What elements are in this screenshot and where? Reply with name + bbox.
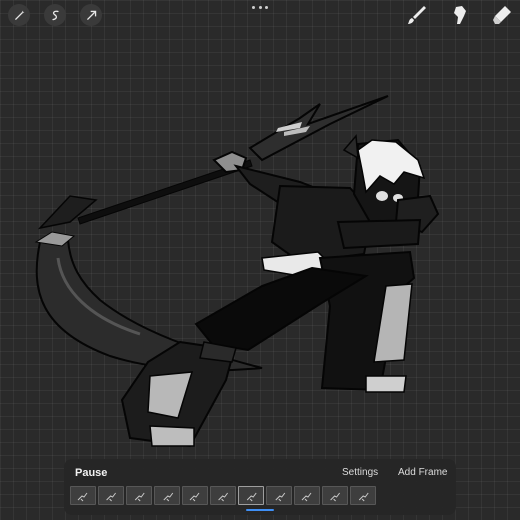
frame-thumbnail[interactable]	[350, 486, 376, 505]
frame-sketch-icon	[106, 492, 116, 501]
frame-sketch-icon	[163, 492, 174, 501]
frame-sketch-icon	[358, 492, 369, 501]
animation-assist-panel: Pause Settings Add Frame	[64, 459, 456, 515]
frame-sketch-icon	[275, 492, 286, 501]
frame-thumbnail[interactable]	[182, 486, 208, 505]
smudge-icon	[454, 6, 466, 24]
settings-button[interactable]: Settings	[342, 467, 378, 478]
frame-sketch-icon	[330, 492, 340, 501]
frame-sketch-icon	[218, 492, 228, 501]
artwork-illustration	[34, 95, 440, 448]
selection-button[interactable]	[44, 4, 66, 26]
eraser-icon	[493, 6, 511, 24]
transform-button[interactable]	[80, 4, 102, 26]
brush-tool[interactable]	[405, 3, 429, 27]
frame-thumbnail[interactable]	[70, 486, 96, 505]
add-frame-button[interactable]: Add Frame	[398, 467, 447, 478]
dot	[258, 5, 262, 9]
selection-s-icon	[51, 10, 59, 20]
frame-thumbnail[interactable]	[210, 486, 236, 505]
frame-sketch-icon	[189, 492, 200, 501]
brush-icon	[408, 6, 426, 24]
frame-thumbnail[interactable]	[266, 486, 292, 505]
active-frame-indicator	[246, 509, 274, 511]
more-handle[interactable]	[252, 4, 268, 10]
frame-timeline	[70, 486, 376, 505]
magic-wand-icon	[14, 10, 24, 20]
frame-thumbnail[interactable]	[238, 486, 264, 505]
transform-arrow-icon	[86, 10, 96, 20]
frame-sketch-icon	[301, 492, 312, 501]
frame-thumbnail[interactable]	[294, 486, 320, 505]
drawing-canvas[interactable]	[0, 0, 520, 520]
frame-thumbnail[interactable]	[126, 486, 152, 505]
frame-sketch-icon	[246, 492, 257, 501]
dot	[252, 5, 255, 9]
frame-thumbnail[interactable]	[154, 486, 180, 505]
smudge-tool[interactable]	[448, 3, 472, 27]
pause-button[interactable]: Pause	[75, 467, 107, 479]
eraser-tool[interactable]	[490, 3, 514, 27]
frame-sketch-icon	[134, 492, 145, 501]
frame-thumbnail[interactable]	[322, 486, 348, 505]
dot	[265, 5, 268, 9]
magic-wand-button[interactable]	[8, 4, 30, 26]
frame-thumbnail[interactable]	[98, 486, 124, 505]
frame-sketch-icon	[77, 492, 88, 501]
